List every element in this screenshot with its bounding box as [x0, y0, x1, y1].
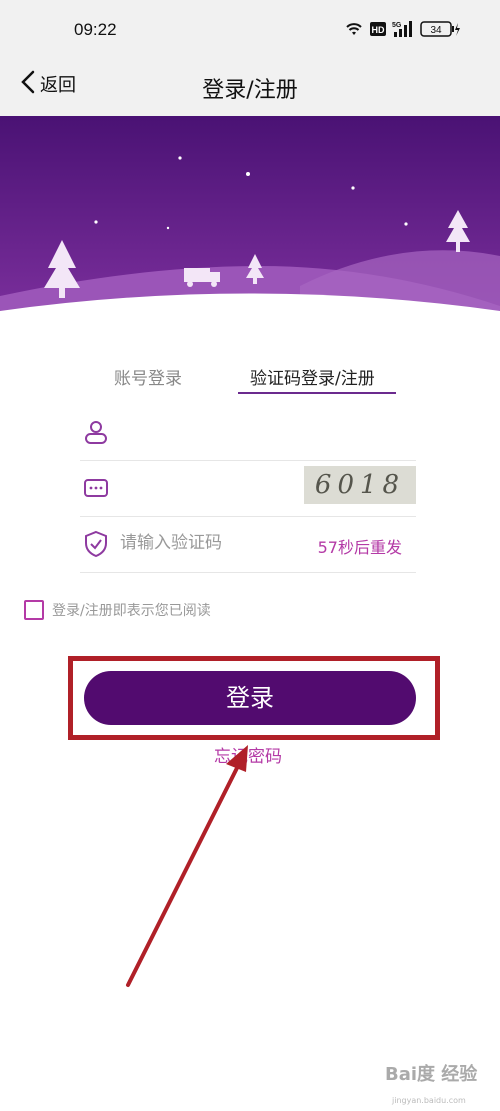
login-button[interactable]: 登录 [84, 671, 416, 725]
signal-icon: 5G [392, 20, 414, 38]
watermark-url: jingyan.baidu.com [392, 1096, 466, 1105]
hd-label: HD [372, 25, 385, 35]
agreement-text: 登录/注册即表示您已阅读 [52, 603, 211, 619]
sms-code-input[interactable] [120, 528, 340, 558]
captcha-text: 6018 [314, 470, 406, 500]
username-row [80, 404, 416, 461]
shield-check-icon [82, 530, 110, 558]
baidu-watermark-logo: Bai度 经验 [385, 1060, 477, 1086]
username-input[interactable] [120, 416, 340, 446]
tab-account-login[interactable]: 账号登录 [114, 364, 182, 389]
user-icon [82, 418, 110, 446]
captcha-image[interactable]: 6018 [304, 466, 416, 504]
login-tabs: 账号登录 验证码登录/注册 [80, 356, 420, 396]
resend-code-button[interactable]: 57秒后重发 [318, 534, 402, 558]
battery-icon: 34 [420, 21, 460, 37]
status-icons: HD 5G 34 [344, 20, 460, 38]
header-banner [0, 116, 500, 316]
watermark-text: Bai度 经验 [385, 1064, 478, 1085]
sms-code-row: 57秒后重发 [80, 516, 416, 573]
status-bar: 09:22 HD 5G 34 [0, 0, 500, 60]
battery-label: 34 [430, 25, 442, 36]
agreement-checkbox[interactable] [24, 600, 44, 620]
agreement: 登录/注册即表示您已阅读 [24, 600, 211, 620]
tab-sms-login[interactable]: 验证码登录/注册 [250, 364, 375, 389]
forgot-password-link[interactable]: 忘记密码 [214, 742, 282, 767]
captcha-row: 6018 [80, 460, 416, 517]
page-title: 登录/注册 [202, 78, 298, 103]
nav-bar: 返回 登录/注册 [0, 60, 500, 116]
hd-icon: HD [370, 22, 386, 36]
active-tab-indicator [238, 392, 396, 394]
password-icon [82, 474, 110, 502]
network-label: 5G [392, 22, 402, 29]
status-time: 09:22 [74, 20, 117, 39]
wifi-icon [344, 21, 364, 37]
